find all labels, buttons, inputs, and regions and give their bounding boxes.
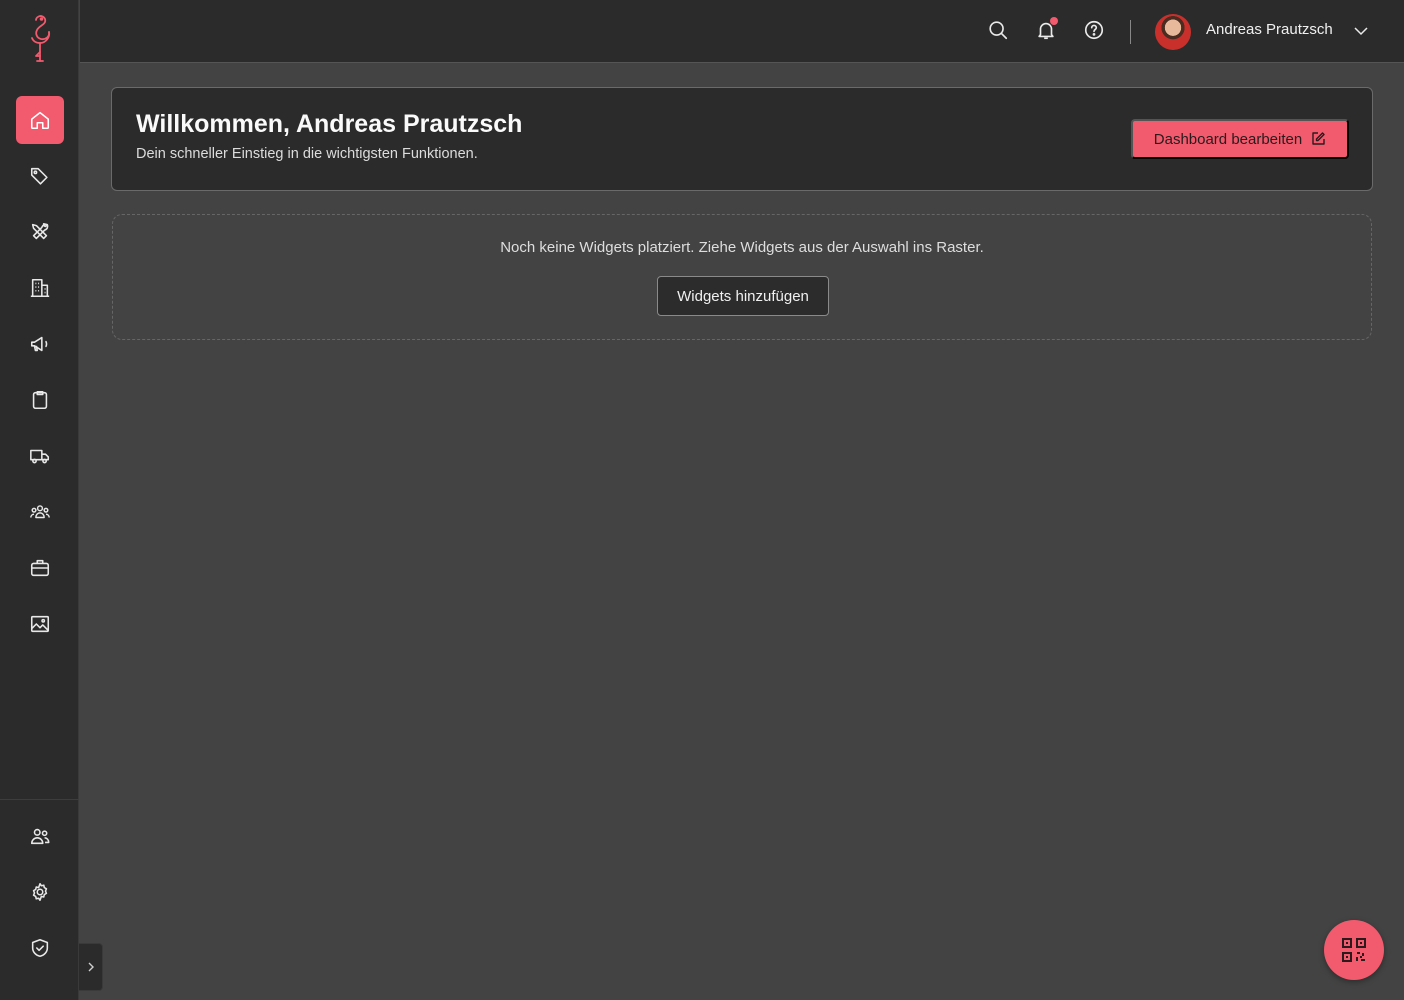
sidebar-item-tasks[interactable]	[16, 376, 64, 424]
qr-scan-button[interactable]	[1324, 920, 1384, 980]
edit-icon	[1312, 132, 1325, 145]
truck-icon	[30, 449, 50, 464]
clipboard-icon	[32, 390, 48, 410]
sidebar-item-users[interactable]	[16, 812, 64, 860]
image-icon	[30, 615, 50, 633]
notification-badge	[1050, 17, 1058, 25]
sidebar-collapse-button[interactable]	[79, 943, 103, 991]
user-name[interactable]: Andreas Prautzsch	[1206, 21, 1333, 38]
avatar[interactable]	[1155, 14, 1191, 50]
building-icon	[30, 278, 50, 298]
welcome-subtitle: Dein schneller Einstieg in die wichtigst…	[136, 146, 478, 162]
help-button[interactable]	[1081, 17, 1107, 43]
sidebar-item-logistics[interactable]	[16, 432, 64, 480]
settings-gear-icon	[32, 882, 48, 902]
tag-icon	[30, 167, 48, 185]
search-button[interactable]	[985, 17, 1011, 43]
widget-grid-dropzone[interactable]: Noch keine Widgets platziert. Ziehe Widg…	[112, 214, 1372, 340]
team-icon	[30, 505, 50, 519]
sidebar	[0, 0, 79, 1000]
notifications-button[interactable]	[1033, 17, 1059, 43]
edit-dashboard-button[interactable]: Dashboard bearbeiten	[1131, 119, 1349, 159]
sidebar-item-tools[interactable]	[16, 208, 64, 256]
empty-widgets-message: Noch keine Widgets platziert. Ziehe Widg…	[500, 239, 984, 256]
chevron-right-icon	[88, 962, 94, 972]
sidebar-item-marketing[interactable]	[16, 320, 64, 368]
tools-icon	[31, 222, 49, 240]
users-icon	[30, 828, 50, 845]
top-bar: Andreas Prautzsch	[80, 0, 1404, 63]
help-icon	[1084, 20, 1104, 40]
sidebar-item-security[interactable]	[16, 924, 64, 972]
sidebar-item-team[interactable]	[16, 488, 64, 536]
sidebar-item-home[interactable]	[16, 96, 64, 144]
chevron-down-icon[interactable]	[1352, 22, 1370, 40]
sidebar-item-settings[interactable]	[16, 868, 64, 916]
edit-dashboard-label: Dashboard bearbeiten	[1153, 130, 1303, 148]
header-divider	[1130, 20, 1131, 44]
sidebar-item-media[interactable]	[16, 600, 64, 648]
megaphone-icon	[30, 336, 48, 352]
flamingo-logo-icon[interactable]	[20, 12, 60, 66]
add-widgets-button[interactable]: Widgets hinzufügen	[657, 276, 829, 316]
briefcase-icon	[30, 559, 50, 577]
sidebar-item-tags[interactable]	[16, 152, 64, 200]
home-icon	[30, 111, 50, 130]
qr-code-icon	[1342, 938, 1366, 962]
sidebar-divider	[0, 799, 79, 800]
sidebar-item-buildings[interactable]	[16, 264, 64, 312]
shield-check-icon	[31, 938, 49, 958]
sidebar-item-jobs[interactable]	[16, 544, 64, 592]
page-title: Willkommen, Andreas Prautzsch	[136, 110, 523, 138]
search-icon	[989, 21, 1008, 40]
welcome-card: Willkommen, Andreas Prautzsch Dein schne…	[111, 87, 1373, 191]
